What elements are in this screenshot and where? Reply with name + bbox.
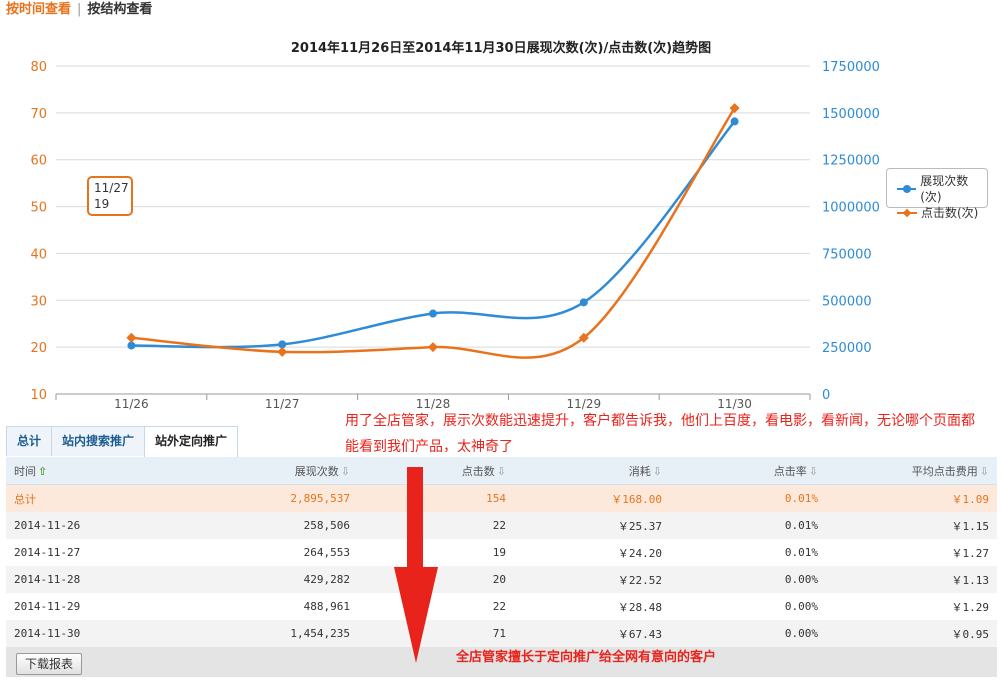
- sort-down-icon: ⇩: [340, 464, 350, 478]
- col-header-time[interactable]: 时间 ⇧: [6, 457, 192, 485]
- col-header-cost-label: 消耗: [628, 464, 651, 478]
- clicks-point: [277, 346, 288, 357]
- cell: ￥25.37: [514, 512, 670, 539]
- cell: 0.01%: [784, 546, 818, 559]
- cell: ￥1.27: [951, 546, 990, 560]
- table-header-row: 时间 ⇧ 展现次数 ⇩ 点击数 ⇩ 消耗 ⇩ 点击率 ⇩ 平均点击费用 ⇩: [6, 457, 997, 485]
- table-row: 2014-11-28 429,282 20 ￥22.52 0.00% ￥1.13: [6, 566, 997, 593]
- clicks-point: [126, 332, 137, 343]
- col-header-ctr-label: 点击率: [773, 464, 807, 478]
- col-header-impressions-label: 展现次数: [294, 464, 339, 478]
- clicks-line: [131, 107, 736, 359]
- tab-search-promotion[interactable]: 站内搜索推广: [51, 426, 146, 456]
- cell: 258,506: [192, 512, 358, 539]
- legend-label-clicks: 点击数(次): [921, 206, 979, 220]
- legend-item-impressions[interactable]: 展现次数(次): [897, 173, 987, 205]
- legend-label-impressions: 展现次数(次): [920, 174, 969, 204]
- cell: 0.00%: [670, 566, 826, 593]
- left-axis-tick-label: 50: [30, 201, 47, 216]
- tooltip-value: 19: [94, 197, 110, 211]
- download-report-button[interactable]: 下载报表: [16, 653, 83, 675]
- tab-targeted-promotion[interactable]: 站外定向推广: [144, 426, 239, 457]
- tab-total[interactable]: 总计: [6, 426, 53, 456]
- right-axis-tick-label: 1500000: [822, 107, 880, 122]
- red-down-arrow-icon: [394, 467, 438, 663]
- col-header-avg-cpc-label: 平均点击费用: [911, 464, 978, 478]
- table-row-total: 总计 2,895,537 154 ￥168.00 0.01% ￥1.09: [6, 484, 997, 512]
- left-axis-tick-label: 70: [30, 107, 47, 122]
- report-tabs: 总计 站内搜索推广 站外定向推广: [6, 426, 239, 457]
- clicks-point: [428, 342, 438, 353]
- right-axis-tick-label: 0: [822, 388, 830, 403]
- annotation-top: 用了全店管家，展示次数能迅速提升，客户都告诉我，他们上百度，看电影，看新闻，无论…: [345, 413, 975, 452]
- circle-marker-icon: [897, 184, 917, 194]
- x-axis-tick-label: 11/27: [265, 397, 300, 411]
- cell: 488,961: [303, 600, 350, 613]
- col-header-ctr[interactable]: 点击率 ⇩: [670, 457, 826, 485]
- table-row: 2014-11-26 258,506 22 ￥25.37 0.01% ￥1.15: [6, 512, 997, 539]
- left-axis-tick-label: 40: [30, 247, 47, 262]
- cell: ￥1.29: [951, 600, 990, 614]
- cell: ￥1.13: [826, 566, 997, 593]
- impressions-point: [579, 298, 588, 307]
- impressions-point: [730, 117, 739, 126]
- report-table: 时间 ⇧ 展现次数 ⇩ 点击数 ⇩ 消耗 ⇩ 点击率 ⇩ 平均点击费用 ⇩ 总计 2,895…: [6, 457, 997, 647]
- sort-down-icon: ⇩: [979, 464, 989, 478]
- left-axis-tick-label: 10: [30, 388, 47, 403]
- table-row: 2014-11-29 488,961 22 ￥28.48 0.00% ￥1.29: [6, 593, 997, 620]
- cell: 429,282: [192, 566, 358, 593]
- table-row: 2014-11-27 264,553 19 ￥24.20 0.01% ￥1.27: [6, 539, 997, 566]
- cell: ￥22.52: [514, 566, 670, 593]
- left-axis-tick-label: 30: [30, 294, 47, 309]
- col-header-time-label: 时间: [14, 464, 36, 478]
- cell: ￥28.48: [617, 600, 662, 614]
- cell: 0.00%: [670, 620, 826, 647]
- cell: 2,895,537: [192, 484, 358, 512]
- cell: 2014-11-30: [6, 620, 192, 647]
- chart-tooltip: 11/27 19: [87, 176, 133, 216]
- cell: 264,553: [303, 546, 350, 559]
- sort-down-icon: ⇩: [496, 464, 506, 478]
- tooltip-date: 11/27: [94, 181, 129, 195]
- cell: ￥24.20: [617, 546, 662, 560]
- cell: ￥1.09: [826, 484, 997, 512]
- cell: 总计: [6, 484, 192, 512]
- sort-down-icon: ⇩: [652, 464, 662, 478]
- arrow-up-icon: ⇧: [38, 464, 48, 478]
- cell: 0.01%: [670, 484, 826, 512]
- right-axis-tick-label: 1750000: [822, 60, 880, 75]
- diamond-marker-icon: [897, 208, 917, 218]
- right-axis-tick-label: 250000: [822, 341, 872, 356]
- x-axis-tick-label: 11/26: [114, 397, 149, 411]
- sort-down-icon: ⇩: [808, 464, 818, 478]
- right-axis-tick-label: 500000: [822, 294, 872, 309]
- col-header-cost[interactable]: 消耗 ⇩: [514, 457, 670, 485]
- right-axis-tick-label: 750000: [822, 247, 872, 262]
- cell: ￥168.00: [514, 484, 670, 512]
- annotation-bottom: 全店管家擅长于定向推广给全网有意向的客户: [456, 650, 717, 665]
- cell: 0.00%: [784, 600, 818, 613]
- col-header-avg-cpc[interactable]: 平均点击费用 ⇩: [826, 457, 997, 485]
- right-axis-tick-label: 1250000: [822, 154, 880, 169]
- cell: ￥67.43: [514, 620, 670, 647]
- col-header-impressions[interactable]: 展现次数 ⇩: [192, 457, 358, 485]
- right-axis-tick-label: 1000000: [822, 201, 880, 216]
- table-row: 2014-11-30 1,454,235 71 ￥67.43 0.00% ￥0.…: [6, 620, 997, 647]
- cell: 1,454,235: [192, 620, 358, 647]
- cell: ￥1.15: [826, 512, 997, 539]
- cell: 2014-11-26: [6, 512, 192, 539]
- left-axis-tick-label: 20: [30, 341, 47, 356]
- col-header-clicks-label: 点击数: [461, 464, 495, 478]
- cell: ￥0.95: [826, 620, 997, 647]
- left-axis-tick-label: 60: [30, 154, 47, 169]
- cell: 2014-11-29: [14, 600, 81, 613]
- chart-legend: 展现次数(次) 点击数(次): [886, 168, 988, 220]
- legend-item-clicks[interactable]: 点击数(次): [897, 205, 987, 221]
- trend-chart: 10 20 30 40 50 60 70 80 0 250000 500000 750000 10000…: [30, 60, 880, 411]
- cell: 2014-11-28: [6, 566, 192, 593]
- cell: 0.01%: [670, 512, 826, 539]
- impressions-point: [429, 309, 437, 318]
- cell: 2014-11-27: [14, 546, 81, 559]
- left-axis-tick-label: 80: [30, 60, 47, 75]
